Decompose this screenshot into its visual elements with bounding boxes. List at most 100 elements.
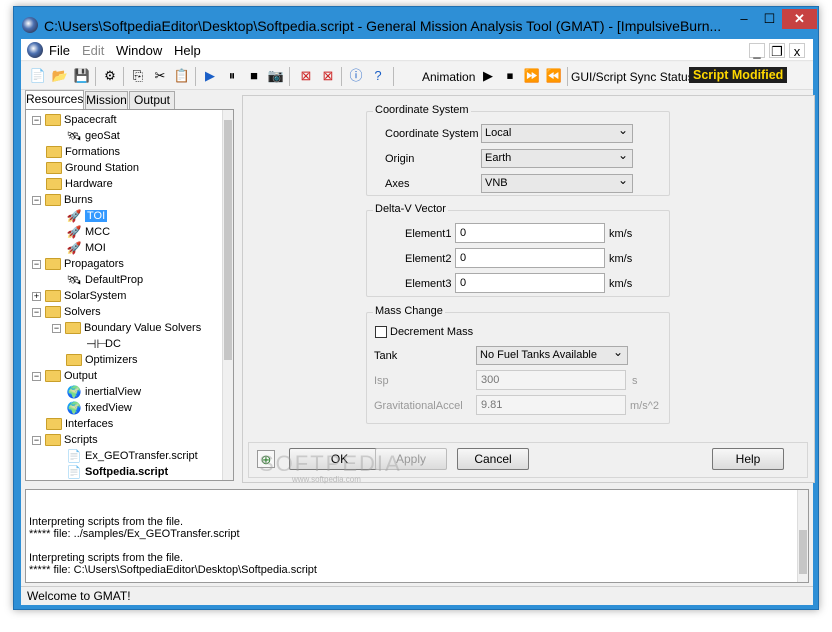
console-scrollbar[interactable] [797, 490, 808, 582]
animation-play-icon[interactable]: ▶ [479, 67, 497, 85]
tree-node-hardware[interactable]: Hardware [46, 176, 113, 192]
gmat-app-icon[interactable] [22, 17, 38, 33]
axes-select[interactable]: VNB [481, 172, 633, 193]
tree-label: Output [64, 370, 98, 382]
collapse-toggle[interactable]: − [32, 371, 41, 381]
tree-node-formations[interactable]: Formations [46, 144, 120, 160]
tree-node-interfaces[interactable]: Interfaces [46, 416, 113, 432]
globe-icon: 🌍 [66, 385, 82, 400]
tree-node-spacecraft[interactable]: − Spacecraft [32, 112, 117, 128]
animation-slower-icon[interactable]: ⏪ [545, 67, 563, 85]
menu-file[interactable]: File [49, 43, 70, 58]
cancel-button[interactable]: Cancel [457, 448, 529, 470]
open-folder-icon[interactable]: 📂 [51, 67, 69, 85]
run-icon[interactable]: ▶ [201, 67, 219, 85]
element1-input[interactable]: 0 [455, 223, 605, 243]
close-child-icon[interactable]: ⊠ [297, 67, 315, 85]
message-console[interactable]: Interpreting scripts from the file. ****… [25, 489, 809, 583]
decrement-mass-checkbox[interactable] [375, 326, 387, 338]
tree-label: fixedView [85, 402, 132, 414]
tree-node-solarsystem[interactable]: + SolarSystem [32, 288, 126, 304]
close-all-icon[interactable]: ⊠ [319, 67, 337, 85]
help-button[interactable]: Help [712, 448, 784, 470]
toolbar: 📄 📂 💾 ⚙ ⎘ ✂ 📋 ▶ ⏸ ■ 📷 ⊠ ⊠ ⓘ ? Animation … [21, 62, 813, 90]
save-icon[interactable]: 💾 [73, 67, 91, 85]
help-icon[interactable]: ? [369, 67, 387, 85]
gmat-menu-icon[interactable] [27, 42, 43, 58]
tree-node-script-softpedia[interactable]: 📄 Softpedia.script [66, 464, 169, 480]
close-button[interactable]: ✕ [782, 9, 817, 29]
copy-icon[interactable]: ⎘ [129, 67, 147, 85]
watermark-url: www.softpedia.com [292, 475, 361, 484]
animation-faster-icon[interactable]: ⏩ [523, 67, 541, 85]
tree-node-defaultprop[interactable]: 🛰 DefaultProp [66, 272, 143, 288]
burn-icon: 🚀 [66, 241, 82, 256]
tree-node-scripts[interactable]: − Scripts [32, 432, 98, 448]
menu-edit[interactable]: Edit [82, 43, 104, 58]
toolbar-separator [123, 67, 124, 86]
tree-node-ground-station[interactable]: Ground Station [46, 160, 139, 176]
expand-toggle[interactable]: + [32, 291, 41, 301]
info-icon[interactable]: ⓘ [347, 67, 365, 85]
animation-stop-icon[interactable]: ⏹ [501, 67, 519, 85]
tree-label: Formations [65, 146, 121, 158]
tree-label: Burns [64, 194, 93, 206]
tree-scrollbar[interactable] [222, 110, 233, 480]
tree-label: Hardware [65, 178, 113, 190]
minimize-button[interactable]: – [731, 9, 757, 29]
tab-resources[interactable]: Resources [25, 90, 84, 110]
origin-select[interactable]: Earth [481, 147, 633, 168]
grav-accel-input[interactable]: 9.81 [476, 395, 626, 415]
tree-node-geosat[interactable]: 🛰 geoSat [66, 128, 120, 144]
tree-node-solvers[interactable]: − Solvers [32, 304, 101, 320]
collapse-toggle[interactable]: − [52, 323, 61, 333]
coordinate-system-select[interactable]: Local [481, 122, 633, 143]
stop-icon[interactable]: ■ [245, 67, 263, 85]
tree-node-optimizers[interactable]: Optimizers [66, 352, 138, 368]
collapse-toggle[interactable]: − [32, 195, 41, 205]
menu-window[interactable]: Window [116, 43, 162, 58]
new-mission-icon[interactable]: ⚙ [101, 67, 119, 85]
watermark: SOFTPEDIA [259, 451, 402, 476]
mdi-close-button[interactable]: x [789, 43, 805, 59]
tree-node-mcc[interactable]: 🚀 MCC [66, 224, 111, 240]
element2-input[interactable]: 0 [455, 248, 605, 268]
tree-node-dc[interactable]: ⊣⊢DC [86, 336, 121, 352]
title-bar[interactable]: C:\Users\SoftpediaEditor\Desktop\Softped… [14, 7, 818, 43]
tree-label: inertialView [85, 386, 142, 398]
mdi-restore-button[interactable]: ❐ [769, 43, 785, 59]
pause-icon[interactable]: ⏸ [223, 67, 241, 85]
tree-node-output[interactable]: − Output [32, 368, 97, 384]
tab-output[interactable]: Output [129, 91, 175, 110]
screenshot-icon[interactable]: 📷 [267, 67, 285, 85]
cut-icon[interactable]: ✂ [151, 67, 169, 85]
tree-node-propagators[interactable]: − Propagators [32, 256, 124, 272]
tree-label: Ground Station [65, 162, 139, 174]
tree-node-bvs[interactable]: − Boundary Value Solvers [52, 320, 201, 336]
folder-icon [45, 114, 61, 127]
collapse-toggle[interactable]: − [32, 307, 41, 317]
new-script-icon[interactable]: 📄 [29, 67, 47, 85]
collapse-toggle[interactable]: − [32, 115, 41, 125]
tree-node-script-ex[interactable]: 📄 Ex_GEOTransfer.script [66, 448, 198, 464]
tab-mission[interactable]: Mission [85, 91, 128, 110]
menu-help[interactable]: Help [174, 43, 201, 58]
maximize-button[interactable]: ☐ [757, 9, 782, 29]
collapse-toggle[interactable]: − [32, 435, 41, 445]
tank-select[interactable]: No Fuel Tanks Available [476, 344, 628, 365]
scrollbar-thumb[interactable] [799, 530, 807, 574]
tree-node-toi[interactable]: 🚀 TOI [66, 208, 108, 224]
collapse-toggle[interactable]: − [32, 259, 41, 269]
paste-icon[interactable]: 📋 [173, 67, 191, 85]
tree-node-fixedview[interactable]: 🌍 fixedView [66, 400, 132, 416]
window-title: C:\Users\SoftpediaEditor\Desktop\Softped… [44, 18, 722, 34]
mdi-minimize-button[interactable]: _ [749, 43, 765, 59]
element3-input[interactable]: 0 [455, 273, 605, 293]
scrollbar-thumb[interactable] [224, 120, 232, 360]
mass-change-group-label: Mass Change [373, 305, 445, 317]
tree-node-moi[interactable]: 🚀 MOI [66, 240, 106, 256]
isp-input[interactable]: 300 [476, 370, 626, 390]
tree-node-inertialview[interactable]: 🌍 inertialView [66, 384, 142, 400]
tree-node-burns[interactable]: − Burns [32, 192, 93, 208]
folder-icon [45, 434, 61, 447]
